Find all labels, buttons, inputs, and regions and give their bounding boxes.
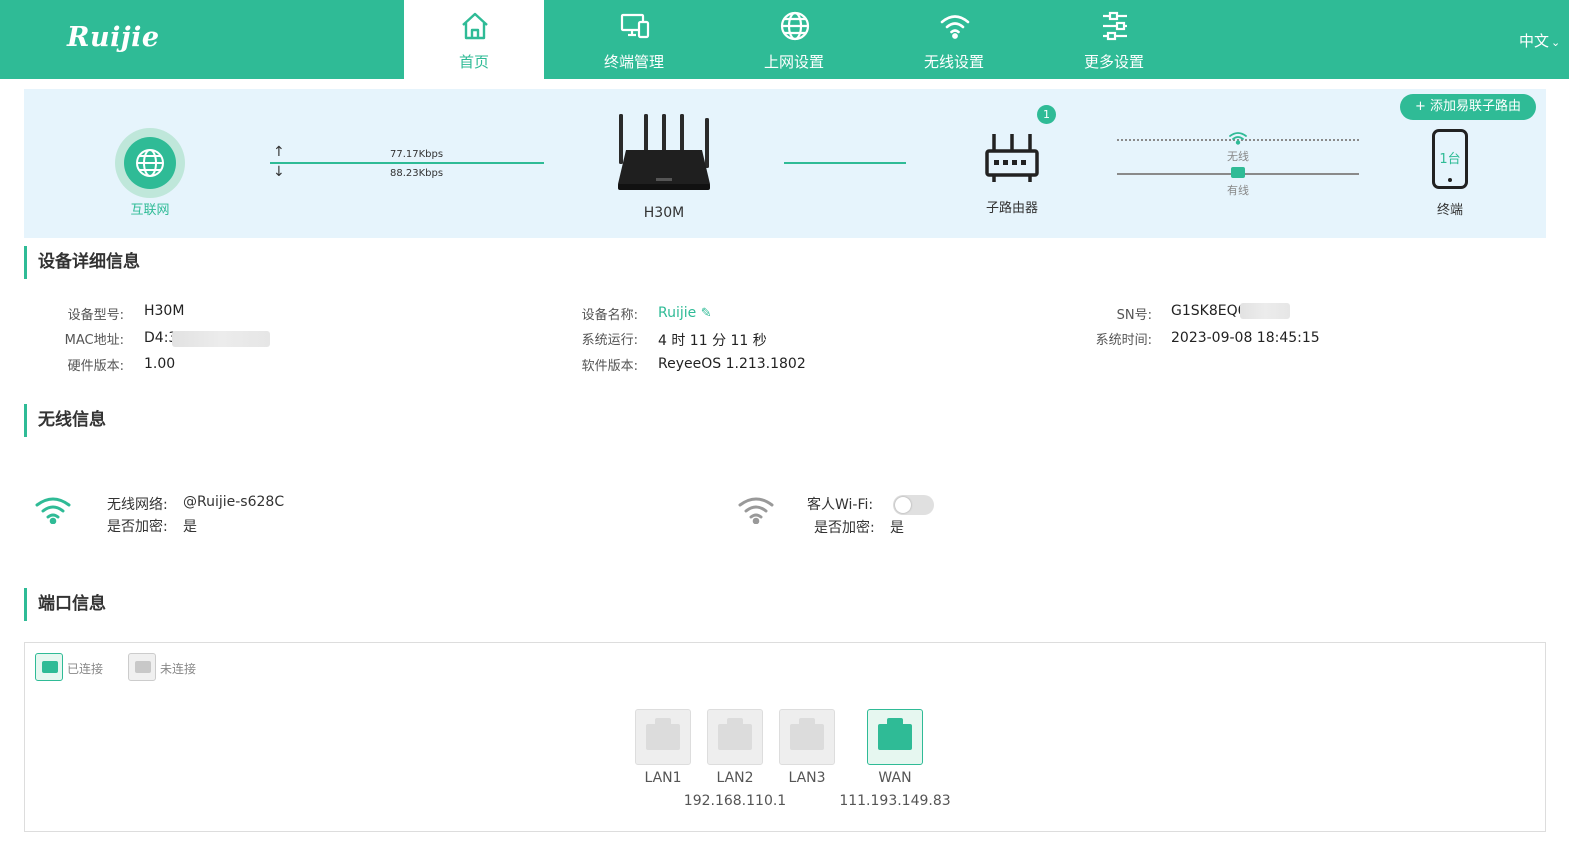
lan-ip: 192.168.110.1 bbox=[683, 793, 787, 809]
wan-ip: 111.193.149.83 bbox=[839, 793, 951, 809]
uptime-value: 4 时 11 分 11 秒 bbox=[658, 333, 767, 349]
software-version-value: ReyeeOS 1.213.1802 bbox=[658, 356, 806, 372]
wireless-link-icon bbox=[1229, 132, 1247, 145]
terminal-phone-icon[interactable]: 1台 bbox=[1432, 129, 1468, 189]
ethernet-port-icon bbox=[646, 718, 680, 750]
system-time-value: 2023-09-08 18:45:15 bbox=[1171, 330, 1320, 346]
nav-more-settings[interactable]: 更多设置 bbox=[1044, 0, 1184, 79]
internet-label: 互联网 bbox=[130, 203, 170, 218]
mac-redaction bbox=[172, 331, 270, 347]
disconnected-legend-label: 未连接 bbox=[160, 662, 197, 676]
network-topology: 互联网 ↑ ↓ 77.17Kbps 88.23Kbps H30M 1 子路由器 … bbox=[24, 89, 1546, 238]
wireless-network-value: @Ruijie-s628C bbox=[183, 494, 285, 510]
sn-label: SN号: bbox=[1116, 308, 1152, 323]
model-label: 设备型号: bbox=[67, 308, 124, 323]
nav-home[interactable]: 首页 bbox=[404, 0, 544, 79]
uptime-label: 系统运行: bbox=[581, 333, 638, 348]
upload-speed: 77.17Kbps bbox=[390, 149, 444, 160]
globe-icon bbox=[779, 10, 811, 42]
devices-icon bbox=[619, 10, 651, 42]
sn-redaction bbox=[1240, 303, 1290, 319]
port-lan3[interactable] bbox=[779, 709, 835, 765]
sn-value: G1SK8EQ0 bbox=[1171, 303, 1247, 319]
top-navigation-bar: Ruijie 首页 终端管理 上网设置 无线设置 更多设置 中文 ⌄ bbox=[0, 0, 1569, 79]
nav-wireless-label: 无线设置 bbox=[923, 53, 984, 71]
internet-node[interactable] bbox=[115, 128, 185, 198]
port-wan[interactable] bbox=[867, 709, 923, 765]
ethernet-port-icon bbox=[878, 718, 912, 750]
wired-link-icon bbox=[1231, 167, 1245, 178]
wifi-icon bbox=[939, 10, 971, 42]
sub-router-label: 子路由器 bbox=[985, 201, 1038, 216]
guest-wifi-toggle[interactable] bbox=[893, 495, 934, 515]
guest-encryption-label: 是否加密: bbox=[814, 520, 875, 536]
terminal-count: 1台 bbox=[1439, 152, 1461, 167]
terminal-label: 终端 bbox=[1436, 203, 1463, 218]
nav-home-label: 首页 bbox=[458, 53, 489, 71]
router-link-line bbox=[784, 162, 906, 164]
port-wan-label: WAN bbox=[878, 770, 912, 786]
language-label: 中文 bbox=[1519, 32, 1550, 50]
nav-internet-settings[interactable]: 上网设置 bbox=[724, 0, 864, 79]
encryption-label: 是否加密: bbox=[107, 519, 168, 535]
nav-more-label: 更多设置 bbox=[1083, 53, 1144, 71]
nav-wireless-settings[interactable]: 无线设置 bbox=[884, 0, 1024, 79]
home-icon bbox=[459, 10, 491, 42]
edit-pencil-icon[interactable]: ✎ bbox=[701, 306, 712, 321]
port-lan2[interactable] bbox=[707, 709, 763, 765]
connected-legend-label: 已连接 bbox=[67, 662, 104, 676]
nav-internet-label: 上网设置 bbox=[763, 53, 824, 71]
ethernet-port-icon bbox=[718, 718, 752, 750]
download-speed: 88.23Kbps bbox=[390, 168, 444, 179]
wired-link-label: 有线 bbox=[1227, 184, 1249, 197]
add-mesh-router-button[interactable]: + 添加易联子路由 bbox=[1400, 94, 1536, 120]
language-selector[interactable]: 中文 ⌄ bbox=[1519, 30, 1560, 51]
main-router-image[interactable] bbox=[614, 114, 714, 196]
port-lan2-label: LAN2 bbox=[716, 770, 754, 786]
hardware-version-label: 硬件版本: bbox=[67, 359, 124, 374]
sub-router-icon[interactable] bbox=[984, 131, 1040, 185]
wireless-info-title: 无线信息 bbox=[24, 404, 106, 437]
device-name-value: Ruijie bbox=[658, 305, 697, 321]
nav-terminal-label: 终端管理 bbox=[603, 53, 664, 71]
wifi-icon bbox=[35, 497, 71, 524]
guest-wifi-icon bbox=[738, 497, 774, 524]
chevron-down-icon: ⌄ bbox=[1551, 36, 1561, 49]
guest-encryption-value: 是 bbox=[890, 520, 904, 536]
port-lan1-label: LAN1 bbox=[644, 770, 682, 786]
device-name-link[interactable]: Ruijie ✎ bbox=[658, 305, 712, 321]
mac-label: MAC地址: bbox=[64, 333, 124, 348]
uplink-line bbox=[270, 162, 544, 164]
port-lan1[interactable] bbox=[635, 709, 691, 765]
download-arrow-icon: ↓ bbox=[273, 164, 285, 180]
ethernet-port-icon bbox=[790, 718, 824, 750]
upload-arrow-icon: ↑ bbox=[273, 144, 285, 160]
guest-wifi-label: 客人Wi-Fi: bbox=[807, 497, 874, 513]
internet-globe-icon bbox=[136, 149, 164, 177]
model-value: H30M bbox=[144, 303, 185, 319]
ports-panel: 已连接 未连接 LAN1 LAN2 LAN3 WAN 192.168.110.1… bbox=[24, 642, 1546, 832]
disconnected-legend-icon bbox=[128, 653, 156, 681]
nav-terminal-management[interactable]: 终端管理 bbox=[564, 0, 704, 79]
device-info-title: 设备详细信息 bbox=[24, 246, 140, 279]
connected-legend-icon bbox=[35, 653, 63, 681]
wireless-link-label: 无线 bbox=[1227, 150, 1249, 163]
port-info-title: 端口信息 bbox=[24, 588, 106, 621]
ruijie-logo[interactable]: Ruijie bbox=[67, 22, 160, 53]
sub-router-count-badge: 1 bbox=[1037, 105, 1056, 124]
device-name-label: 设备名称: bbox=[581, 308, 638, 323]
encryption-value: 是 bbox=[183, 519, 197, 535]
software-version-label: 软件版本: bbox=[581, 359, 638, 374]
router-name: H30M bbox=[643, 205, 685, 221]
system-time-label: 系统时间: bbox=[1095, 333, 1152, 348]
wireless-network-label: 无线网络: bbox=[107, 497, 168, 513]
port-lan3-label: LAN3 bbox=[788, 770, 826, 786]
hardware-version-value: 1.00 bbox=[144, 356, 176, 372]
sliders-icon bbox=[1099, 10, 1131, 42]
